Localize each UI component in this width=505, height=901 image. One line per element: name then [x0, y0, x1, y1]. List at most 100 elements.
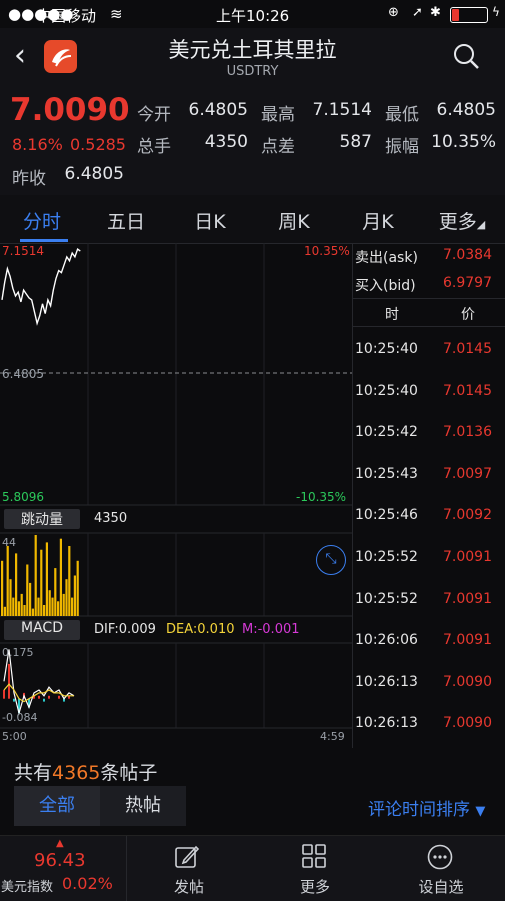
post-count-number: 4365 — [52, 762, 101, 784]
volume-bar — [62, 593, 65, 616]
price-axis-mid: 6.4805 — [2, 367, 44, 381]
active-tab-indicator — [20, 239, 68, 242]
add-watchlist-button[interactable]: 设自选 — [378, 836, 504, 901]
trade-price: 7.0092 — [443, 507, 492, 524]
pct-axis-top: 10.35% — [304, 244, 350, 258]
tab-all-posts[interactable]: 全部 — [14, 786, 100, 826]
pct-axis-bottom: -10.35% — [296, 490, 347, 504]
volume-bar — [17, 601, 20, 616]
low-value: 6.4805 — [436, 100, 496, 120]
volume-bar — [9, 579, 12, 616]
quote-panel: 7.0090 8.16% 0.5285 昨收 6.4805 今开 6.4805 … — [0, 90, 505, 195]
time-axis-start: 5:00 — [2, 730, 27, 743]
volume-bar — [23, 605, 26, 616]
trade-time: 10:25:52 — [355, 590, 418, 607]
battery-icon — [450, 7, 488, 23]
volume-bar — [1, 560, 4, 616]
amplitude-label: 振幅 — [385, 137, 419, 157]
price-axis-top: 7.1514 — [2, 244, 44, 258]
more-button[interactable]: 更多 — [252, 836, 378, 901]
volume-label: 总手 — [137, 137, 171, 157]
volume-bar — [34, 535, 37, 616]
trade-time: 10:25:52 — [355, 549, 418, 565]
trade-price: 7.0091 — [443, 549, 492, 565]
tab-weekly-k[interactable]: 周K — [254, 207, 334, 234]
time-axis-end: 4:59 — [320, 730, 345, 743]
post-count-suffix: 条帖子 — [100, 762, 158, 784]
period-tabs: 分时 五日 日K 周K 月K 更多◢ — [0, 195, 505, 244]
header: ‹ 美元兑土耳其里拉 USDTRY — [0, 28, 505, 90]
trade-price: 7.0136 — [443, 424, 492, 441]
trade-time: 10:25:46 — [355, 507, 418, 524]
trade-time: 10:25:40 — [355, 341, 418, 357]
trade-price: 7.0091 — [443, 632, 492, 649]
macd-indicator-button[interactable]: MACD — [4, 620, 80, 640]
col-time-header: 时 — [385, 307, 399, 323]
spread-label: 点差 — [261, 137, 295, 157]
bid-value: 6.9797 — [443, 275, 492, 291]
expand-chart-icon[interactable]: ⤡ — [316, 545, 346, 575]
tab-hot-posts[interactable]: 热帖 — [100, 786, 186, 826]
post-button[interactable]: 发帖 — [126, 836, 252, 901]
macd-dif: DIF:0.009 — [94, 622, 156, 637]
prev-close-label: 昨收 — [12, 169, 46, 189]
trade-time: 10:25:42 — [355, 424, 418, 441]
intraday-chart[interactable]: 7.1514 10.35% 6.4805 5.8096 -10.35% 跳动量 … — [0, 243, 352, 748]
post-label: 发帖 — [173, 878, 204, 896]
macd-axis-top: 0.175 — [2, 646, 34, 659]
price-axis-bottom: 5.8096 — [2, 490, 44, 504]
add-watchlist-label: 设自选 — [418, 878, 464, 896]
change-percent: 8.16% — [12, 135, 63, 154]
page-subtitle: USDTRY — [226, 64, 279, 79]
trade-price: 7.0145 — [443, 382, 492, 399]
trade-time: 10:26:13 — [355, 715, 418, 732]
volume-bar — [15, 553, 18, 616]
volume-indicator-button[interactable]: 跳动量 — [4, 509, 80, 529]
volume-value: 4350 — [204, 132, 248, 152]
sort-dropdown[interactable]: 评论时间排序 ▼ — [368, 795, 485, 820]
macd-m: M:-0.001 — [242, 622, 300, 637]
tab-five-day[interactable]: 五日 — [86, 207, 166, 234]
usd-index-name: 美元指数 — [1, 880, 54, 895]
grid-icon — [302, 844, 326, 868]
tab-more-label: 更多 — [438, 211, 477, 233]
volume-bar — [31, 608, 34, 616]
more-dots-icon — [427, 844, 453, 870]
divider — [353, 298, 505, 299]
col-price-header: 价 — [461, 307, 475, 323]
divider — [353, 326, 505, 327]
edit-icon — [175, 845, 200, 868]
status-bar: ●●●●● 中国移动 ≋ 上午10:26 ⊕ ➚ ✱ ϟ — [0, 0, 505, 28]
usd-index-widget[interactable]: ▲ 96.43 美元指数 0.02% — [0, 836, 127, 901]
volume-bar — [6, 546, 9, 616]
bid-label: 买入(bid) — [355, 278, 416, 294]
volume-bar — [73, 575, 76, 616]
carrier-label: 中国移动 — [36, 7, 97, 25]
volume-bar — [29, 582, 32, 616]
trade-price: 7.0090 — [443, 673, 492, 690]
post-count-prefix: 共有 — [14, 762, 53, 784]
trade-price: 7.0145 — [443, 341, 492, 357]
volume-bar — [59, 538, 62, 616]
macd-dea: DEA:0.010 — [166, 622, 235, 637]
tab-more[interactable]: 更多◢ — [422, 207, 502, 234]
tab-monthly-k[interactable]: 月K — [338, 207, 418, 234]
lock-rotation-icon: ⊕ — [388, 5, 399, 20]
volume-bar — [40, 549, 43, 616]
ask-value: 7.0384 — [443, 247, 492, 263]
chevron-down-icon: ◢ — [476, 218, 486, 231]
volume-bar — [51, 597, 54, 616]
clock: 上午10:26 — [216, 7, 290, 25]
volume-bar — [76, 560, 79, 616]
search-icon[interactable] — [452, 42, 480, 74]
wifi-icon: ≋ — [110, 5, 123, 23]
usd-index-value: 96.43 — [34, 850, 86, 871]
chevron-down-icon: ▼ — [475, 804, 486, 819]
current-price: 7.0090 — [10, 92, 130, 128]
tab-intraday[interactable]: 分时 — [2, 207, 82, 234]
prev-close-value: 6.4805 — [64, 164, 124, 184]
comments-section: 共有4365条帖子 全部 热帖 评论时间排序 ▼ — [0, 750, 505, 835]
trade-price: 7.0090 — [443, 715, 492, 732]
tab-daily-k[interactable]: 日K — [170, 207, 250, 234]
bottom-bar: ▲ 96.43 美元指数 0.02% 发帖 更多 设自选 — [0, 835, 505, 901]
